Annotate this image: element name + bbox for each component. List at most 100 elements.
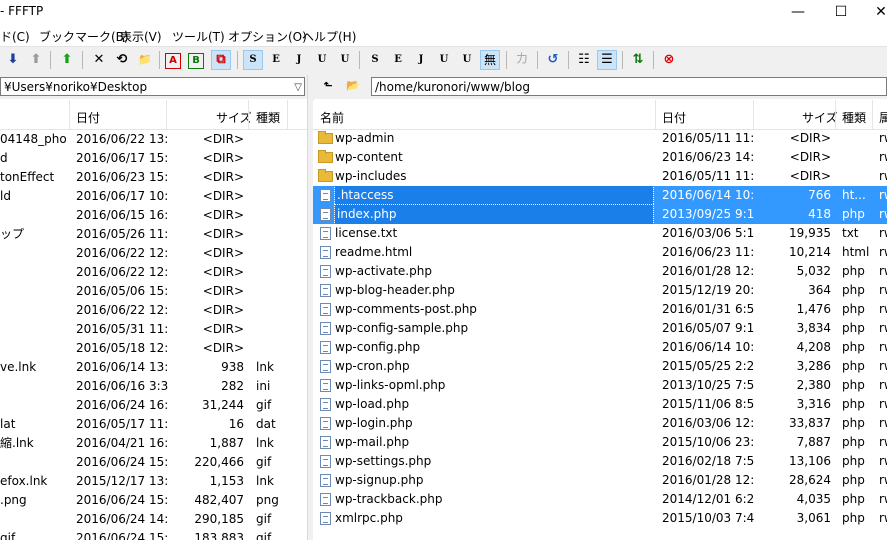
remote-sjis-icon[interactable]: S bbox=[365, 50, 385, 70]
remote-up-folder-icon[interactable]: ⬑ bbox=[318, 76, 338, 96]
remote-file-row[interactable]: wp-config-sample.php 2016/05/07 9:12 3,834… bbox=[313, 319, 887, 338]
remote-file-row[interactable]: wp-activate.php 2016/01/28 12:35 5,032 phpr… bbox=[313, 262, 887, 281]
column-divider[interactable] bbox=[248, 100, 249, 129]
chevron-down-icon[interactable]: ▽ bbox=[294, 78, 302, 95]
remote-file-row[interactable]: wp-settings.php 2016/02/18 7:58 13,106 php r… bbox=[313, 452, 887, 471]
local-file-row[interactable]: 2016/05/31 11:24 <DIR> bbox=[0, 320, 307, 339]
no-conversion-icon[interactable]: 無 bbox=[480, 50, 500, 70]
local-file-row[interactable]: ld 2016/06/17 10:16 <DIR> bbox=[0, 187, 307, 206]
refresh-icon[interactable]: ↺ bbox=[543, 50, 563, 70]
local-jis-icon[interactable]: J bbox=[289, 50, 309, 70]
local-file-row[interactable]: 2016/06/22 12:25 <DIR> bbox=[0, 244, 307, 263]
remote-file-row[interactable]: wp-includes 2016/05/11 11:46 <DIR> rw bbox=[313, 167, 887, 186]
local-header-date[interactable]: 日付 bbox=[76, 109, 100, 126]
local-file-row[interactable]: 2016/06/22 12:24 <DIR> bbox=[0, 263, 307, 282]
column-divider[interactable] bbox=[655, 100, 656, 129]
detail-view-icon[interactable]: ☰ bbox=[597, 50, 617, 70]
remote-file-row[interactable]: wp-admin 2016/05/11 11:46 <DIR> rw bbox=[313, 129, 887, 148]
remote-utf8bom-icon[interactable]: U bbox=[457, 50, 477, 70]
local-file-list[interactable]: 日付 サイズ 種類 04148_photo 2016/06/22 13:55 <DI… bbox=[0, 100, 307, 540]
local-file-row[interactable]: tonEffect 2016/06/23 15:08 <DIR> bbox=[0, 168, 307, 187]
remote-file-row[interactable]: wp-comments-post.php 2016/01/31 6:56 1,476… bbox=[313, 300, 887, 319]
remote-header-type[interactable]: 種類 bbox=[842, 109, 866, 126]
local-file-row[interactable]: 2016/06/24 14:55 290,185 gif bbox=[0, 510, 307, 529]
local-file-row[interactable]: 04148_photo 2016/06/22 13:55 <DIR> bbox=[0, 130, 307, 149]
minimize-button[interactable]: — bbox=[775, 0, 821, 24]
remote-file-row[interactable]: index.php 2013/09/25 9:18 418 phprw bbox=[313, 204, 887, 225]
local-header-size[interactable]: サイズ bbox=[216, 109, 252, 126]
local-file-row[interactable]: 2016/06/15 16:31 <DIR> bbox=[0, 206, 307, 225]
delete-icon[interactable]: ✕ bbox=[89, 50, 109, 70]
remote-file-row[interactable]: wp-signup.php 2016/01/28 12:51 28,624 phprw bbox=[313, 471, 887, 490]
local-file-row[interactable]: 縮.lnk 2016/04/21 16:23 1,887 lnk bbox=[0, 434, 307, 453]
stop-icon[interactable]: ⊗ bbox=[659, 50, 679, 70]
ascii-mode-icon[interactable]: A bbox=[165, 53, 181, 69]
column-divider[interactable] bbox=[69, 100, 70, 129]
rename-icon[interactable]: ⟲ bbox=[112, 50, 132, 70]
download-icon[interactable]: ⬇ bbox=[3, 50, 23, 70]
local-file-row[interactable]: gif 2016/06/24 15:20 183,883 gif bbox=[0, 529, 307, 540]
local-utf8-icon[interactable]: U bbox=[312, 50, 332, 70]
remote-file-row[interactable]: wp-content 2016/06/23 14:32 <DIR> rw bbox=[313, 148, 887, 167]
remote-file-row[interactable]: wp-config.php 2016/06/14 10:26 4,208 phprw bbox=[313, 338, 887, 357]
remote-jis-icon[interactable]: J bbox=[411, 50, 431, 70]
menu-options[interactable]: オプション(O) bbox=[228, 28, 307, 45]
local-file-row[interactable]: 2016/05/18 12:00 <DIR> bbox=[0, 339, 307, 358]
remote-header-size[interactable]: サイズ bbox=[802, 109, 838, 126]
menu-connect[interactable]: ド(C) bbox=[0, 28, 30, 45]
remote-file-row[interactable]: xmlrpc.php 2015/10/03 7:46 3,061 phprw bbox=[313, 509, 887, 528]
remote-path-input[interactable]: /home/kuronori/www/blog bbox=[371, 77, 887, 96]
remote-file-row[interactable]: .htaccess 2016/06/14 10:27 766 ht... rw bbox=[313, 185, 887, 206]
menu-bookmark[interactable]: ブックマーク(B) bbox=[39, 28, 129, 45]
local-file-row[interactable]: 2016/06/22 12:23 <DIR> bbox=[0, 301, 307, 320]
column-divider[interactable] bbox=[287, 100, 288, 129]
local-header-type[interactable]: 種類 bbox=[256, 109, 280, 126]
local-file-row[interactable]: .png 2016/06/24 15:24 482,407 png bbox=[0, 491, 307, 510]
local-file-row[interactable]: 2016/06/24 16:14 31,244 gif bbox=[0, 396, 307, 415]
local-euc-icon[interactable]: E bbox=[266, 50, 286, 70]
new-folder-icon[interactable]: 📁 bbox=[135, 50, 155, 70]
remote-file-list[interactable]: 名前 日付 サイズ 種類 属 wp-admin 2016/05/11 11:46 <… bbox=[313, 100, 887, 540]
close-button[interactable]: ✕ bbox=[858, 0, 887, 24]
remote-utf8-icon[interactable]: U bbox=[434, 50, 454, 70]
list-view-icon[interactable]: ☷ bbox=[574, 50, 594, 70]
menu-help[interactable]: ヘルプ(H) bbox=[302, 28, 356, 45]
remote-file-row[interactable]: wp-mail.php 2015/10/06 23:07 7,887 phprw bbox=[313, 433, 887, 452]
remote-file-row[interactable]: wp-login.php 2016/03/06 12:06 33,837 phprw bbox=[313, 414, 887, 433]
local-file-row[interactable]: efox.lnk 2015/12/17 13:53 1,153 lnk bbox=[0, 472, 307, 491]
sync-folder-icon[interactable]: ⇅ bbox=[628, 50, 648, 70]
local-file-row[interactable]: lat 2016/05/17 11:23 16 dat bbox=[0, 415, 307, 434]
remote-header-name[interactable]: 名前 bbox=[320, 109, 344, 126]
parent-folder-icon[interactable]: ⬆ bbox=[57, 50, 77, 70]
kana-convert-icon[interactable]: カ bbox=[512, 50, 532, 70]
remote-open-folder-icon[interactable]: 📂 bbox=[343, 76, 363, 96]
column-divider[interactable] bbox=[835, 100, 836, 129]
column-divider[interactable] bbox=[872, 100, 873, 129]
remote-header-attr[interactable]: 属 bbox=[879, 109, 887, 126]
remote-file-row[interactable]: wp-blog-header.php 2015/12/19 20:20 364 php… bbox=[313, 281, 887, 300]
remote-file-row[interactable]: wp-cron.php 2015/05/25 2:26 3,286 phprw bbox=[313, 357, 887, 376]
auto-mode-icon[interactable]: ⧉ bbox=[211, 50, 231, 70]
remote-file-row[interactable]: license.txt 2016/03/06 5:14 19,935 txt rw bbox=[313, 224, 887, 243]
remote-file-row[interactable]: wp-load.php 2015/11/06 8:59 3,316 phprw bbox=[313, 395, 887, 414]
remote-file-row[interactable]: wp-trackback.php 2014/12/01 6:23 4,035 php r… bbox=[313, 490, 887, 509]
column-divider[interactable] bbox=[753, 100, 754, 129]
binary-mode-icon[interactable]: B bbox=[188, 53, 204, 69]
local-file-row[interactable]: ve.lnk 2016/06/14 13:20 938 lnk bbox=[0, 358, 307, 377]
local-path-combo[interactable]: ¥Users¥noriko¥Desktop ▽ bbox=[0, 77, 305, 96]
remote-file-row[interactable]: readme.html 2016/06/23 11:07 10,214 htmlrw bbox=[313, 243, 887, 262]
remote-header-date[interactable]: 日付 bbox=[662, 109, 686, 126]
local-utf8bom-icon[interactable]: U bbox=[335, 50, 355, 70]
menu-view[interactable]: 表示(V) bbox=[120, 28, 162, 45]
local-file-row[interactable]: 2016/06/24 15:08 220,466 gif bbox=[0, 453, 307, 472]
local-file-row[interactable]: 2016/05/06 15:15 <DIR> bbox=[0, 282, 307, 301]
local-sjis-icon[interactable]: S bbox=[243, 50, 263, 70]
upload-icon[interactable]: ⬆ bbox=[26, 50, 46, 70]
menu-tools[interactable]: ツール(T) bbox=[172, 28, 225, 45]
local-file-row[interactable]: d 2016/06/17 15:41 <DIR> bbox=[0, 149, 307, 168]
local-file-row[interactable]: ップ 2016/05/26 11:08 <DIR> bbox=[0, 225, 307, 244]
column-divider[interactable] bbox=[166, 100, 167, 129]
local-file-row[interactable]: 2016/06/16 3:36 282 ini bbox=[0, 377, 307, 396]
remote-file-row[interactable]: wp-links-opml.php 2013/10/25 7:58 2,380 php… bbox=[313, 376, 887, 395]
remote-euc-icon[interactable]: E bbox=[388, 50, 408, 70]
